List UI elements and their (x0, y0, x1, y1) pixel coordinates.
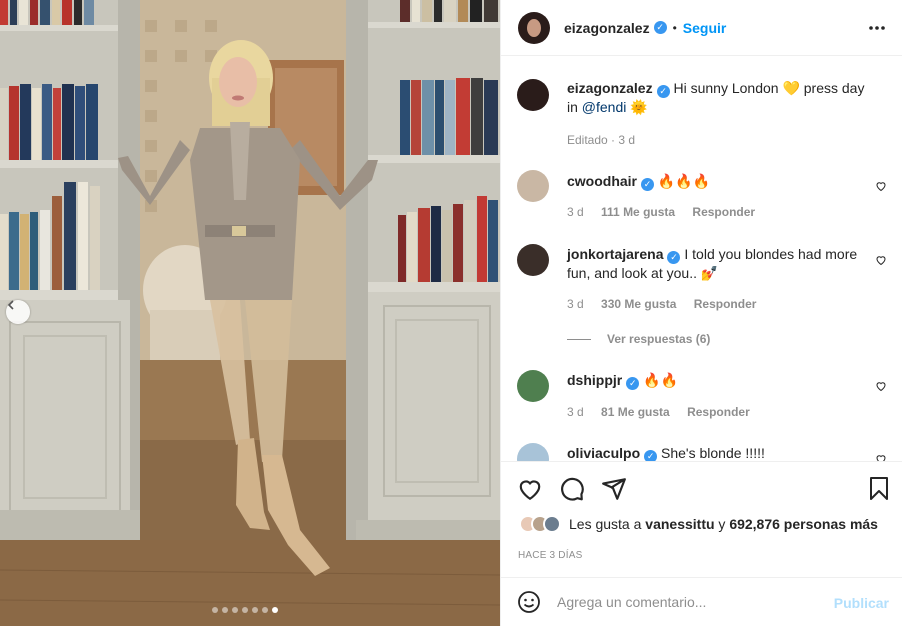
post-header: eizagonzalez ✓ • Seguir (501, 0, 902, 56)
comment-avatar[interactable] (517, 370, 549, 402)
comment-time: 3 d (567, 297, 584, 311)
verified-icon: ✓ (644, 449, 658, 461)
caption-body: eizagonzalez ✓ Hi sunny London 💛 press da… (567, 79, 867, 116)
chevron-left-icon (7, 300, 14, 310)
post-photo[interactable] (0, 0, 500, 626)
author-avatar[interactable] (518, 11, 550, 44)
comment-avatar[interactable] (517, 443, 549, 461)
heart-icon[interactable] (517, 476, 543, 502)
comment-likes[interactable]: 111 Me gusta (601, 205, 675, 219)
reply-button[interactable]: Responder (694, 297, 757, 311)
heart-icon[interactable] (875, 180, 887, 192)
comment-username[interactable]: dshippjr (567, 372, 622, 388)
comment-meta: 3 d 81 Me gusta Responder (567, 405, 764, 419)
heart-icon[interactable] (875, 254, 887, 266)
heart-icon[interactable] (875, 380, 887, 392)
comment-meta: 3 d 330 Me gusta Responder (567, 297, 770, 311)
more-icon[interactable] (867, 18, 887, 38)
comment-input[interactable] (557, 594, 817, 610)
comment-username[interactable]: oliviaculpo (567, 445, 640, 461)
replies-line (567, 338, 591, 340)
verified-icon: ✓ (626, 376, 640, 390)
comment-username[interactable]: jonkortajarena (567, 246, 663, 262)
publish-button[interactable]: Publicar (834, 595, 889, 611)
comment-text: She's blonde !!!!! (661, 445, 765, 461)
comment-likes[interactable]: 330 Me gusta (601, 297, 676, 311)
post-panel: eizagonzalez ✓ • Seguir eizagonzalez ✓ Hi… (500, 0, 902, 626)
likes-prefix: Les gusta a (569, 516, 642, 532)
carousel-dot (212, 607, 218, 613)
liker-avatar (543, 515, 561, 533)
separator-dot: • (672, 20, 677, 35)
carousel-dot (262, 607, 268, 613)
add-comment-bar: Publicar (501, 577, 902, 626)
comment-text: 🔥🔥 (643, 372, 678, 388)
comment-text: 🔥🔥🔥 (657, 173, 711, 189)
carousel-dot (242, 607, 248, 613)
reply-button[interactable]: Responder (692, 205, 755, 219)
comment-time: 3 d (567, 205, 584, 219)
view-replies[interactable]: Ver respuestas (6) (567, 332, 724, 346)
comment-likes[interactable]: 81 Me gusta (601, 405, 670, 419)
carousel-dot (222, 607, 228, 613)
likes-connector: y (718, 516, 726, 532)
verified-icon: ✓ (667, 250, 681, 264)
comment-body: dshippjr ✓ 🔥🔥 (567, 371, 867, 390)
share-icon[interactable] (601, 476, 627, 502)
caption-mention[interactable]: @fendi (582, 99, 627, 115)
verified-icon: ✓ (641, 177, 655, 191)
likes-user[interactable]: vanessittu (645, 516, 714, 532)
bookmark-icon[interactable] (867, 476, 891, 502)
verified-icon: ✓ (656, 84, 670, 98)
comment-body: cwoodhair ✓ 🔥🔥🔥 (567, 172, 867, 191)
follow-button[interactable]: Seguir (683, 20, 727, 36)
caption-avatar[interactable] (517, 79, 549, 111)
comment-username[interactable]: cwoodhair (567, 173, 637, 189)
caption-username[interactable]: eizagonzalez (567, 80, 653, 96)
reply-button[interactable]: Responder (687, 405, 750, 419)
carousel-prev-button[interactable] (6, 300, 30, 324)
author-username[interactable]: eizagonzalez (564, 20, 650, 36)
carousel-dot (252, 607, 258, 613)
comment-avatar[interactable] (517, 244, 549, 276)
comment-body: jonkortajarena ✓ I told you blondes had m… (567, 245, 867, 282)
comment-meta: 3 d 111 Me gusta Responder (567, 205, 769, 219)
caption-meta: Editado · 3 d (567, 133, 636, 147)
action-icons (517, 476, 627, 502)
carousel-dot-active (272, 607, 278, 613)
carousel-dot (232, 607, 238, 613)
comment-icon[interactable] (559, 476, 585, 502)
verified-icon: ✓ (653, 21, 667, 34)
comment-time: 3 d (567, 405, 584, 419)
emoji-icon[interactable] (517, 590, 541, 614)
caption-emoji: 🌞 (630, 98, 648, 115)
action-bar: Les gusta a vanessittu y 692,876 persona… (501, 461, 902, 576)
comments-section[interactable]: eizagonzalez ✓ Hi sunny London 💛 press da… (501, 57, 902, 461)
likes-others[interactable]: 692,876 personas más (729, 516, 878, 532)
comment-avatar[interactable] (517, 170, 549, 202)
heart-icon[interactable] (875, 453, 887, 461)
carousel-indicator (212, 607, 278, 613)
liker-avatars (519, 515, 561, 533)
view-replies-label[interactable]: Ver respuestas (6) (607, 332, 710, 346)
photo-illustration (0, 0, 500, 626)
likes-summary[interactable]: Les gusta a vanessittu y 692,876 persona… (519, 515, 878, 533)
comment-body: oliviaculpo ✓ She's blonde !!!!! (567, 444, 867, 461)
post-timestamp[interactable]: HACE 3 DÍAS (518, 550, 582, 561)
